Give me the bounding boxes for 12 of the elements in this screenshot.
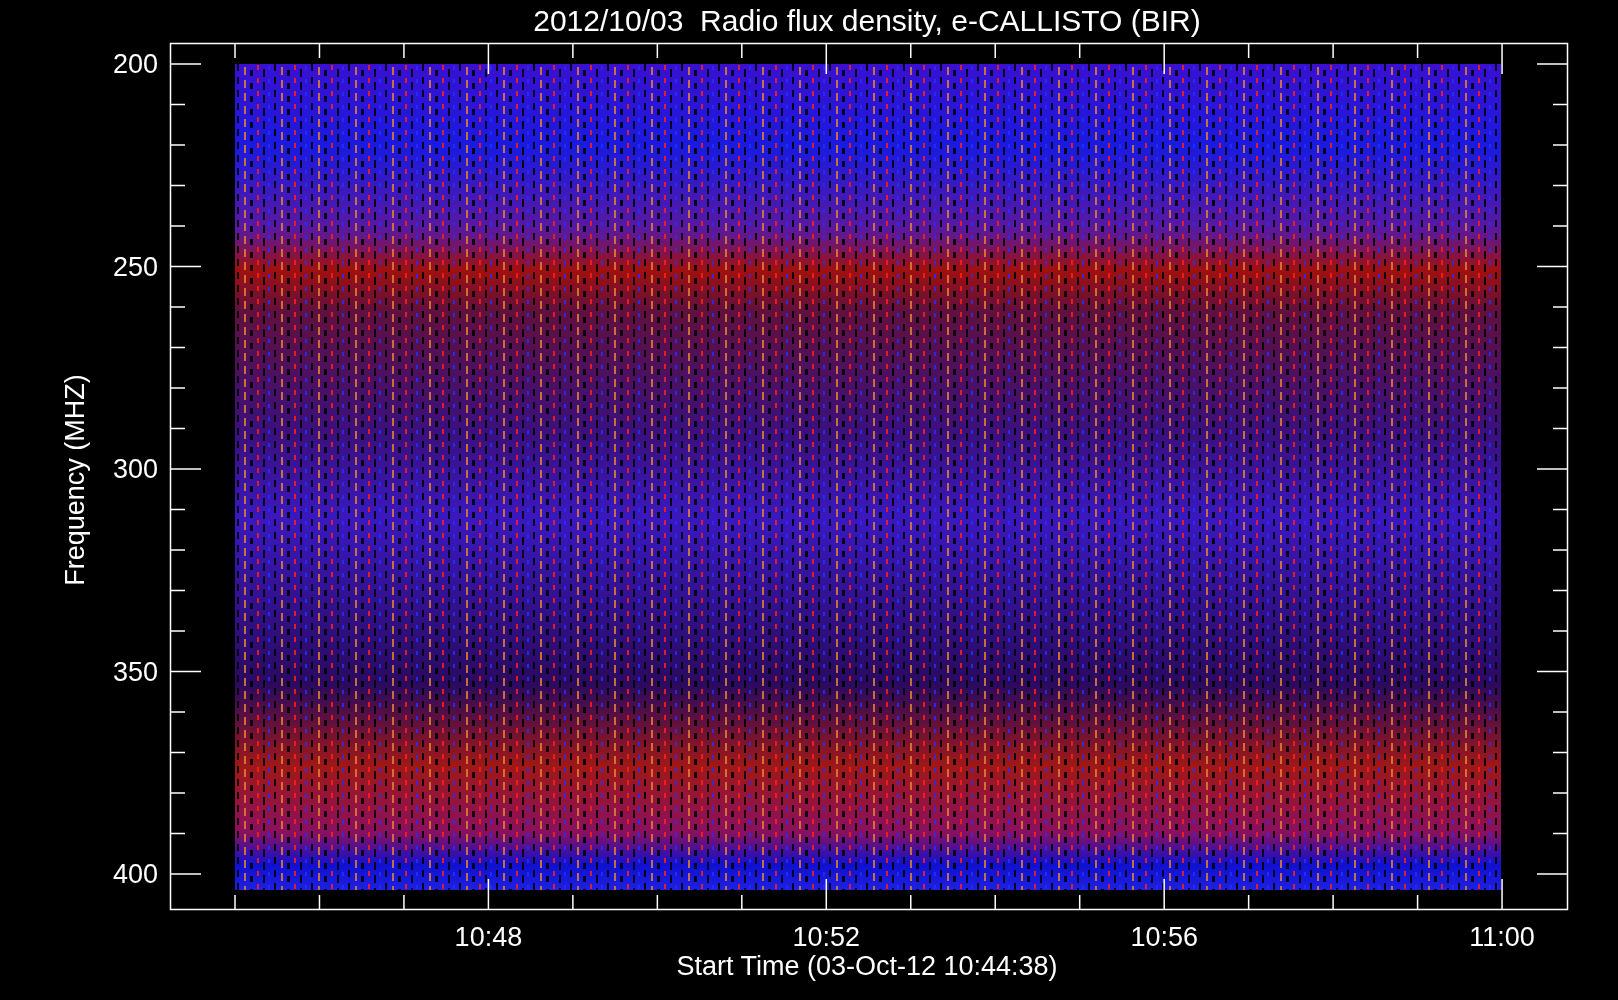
axis-title: Start Time (03-Oct-12 10:44:38) [676, 951, 1058, 981]
axis-title: Frequency (MHZ) [60, 374, 90, 586]
tick-label: 10:48 [454, 922, 523, 952]
tick-label: 300 [112, 454, 158, 484]
tick-label: 400 [112, 859, 158, 889]
tick-label: 250 [112, 251, 158, 282]
tick-label: 11:00 [1469, 922, 1535, 952]
chart-title: 2012/10/03 Radio flux density, e-CALLISTO (BIR) [533, 4, 1201, 37]
tick-label: 200 [112, 49, 158, 79]
tick-label: 350 [112, 656, 158, 687]
tick-label: 10:56 [1130, 922, 1198, 952]
tick-label: 10:52 [792, 922, 861, 952]
